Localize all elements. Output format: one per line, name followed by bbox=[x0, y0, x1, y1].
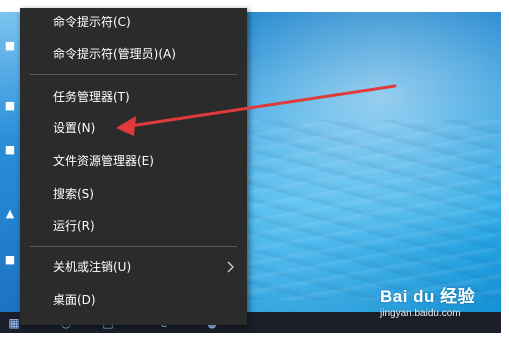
desktop-icon-strip: ■ ■ ■ ▲ ■ bbox=[0, 12, 20, 333]
menu-item-label: 桌面(D) bbox=[53, 293, 96, 307]
watermark-url: jingyan.baidu.com bbox=[380, 308, 461, 319]
menu-separator bbox=[30, 74, 237, 75]
menu-item-label: 运行(R) bbox=[53, 219, 95, 233]
menu-item-label: 设置(N) bbox=[53, 121, 96, 135]
winx-context-menu: 命令提示符(C) 命令提示符(管理员)(A) 任务管理器(T) 设置(N) 文件… bbox=[20, 8, 247, 325]
chevron-right-icon bbox=[225, 253, 237, 281]
desktop-icon[interactable]: ■ bbox=[2, 98, 18, 114]
desktop-icon[interactable]: ■ bbox=[2, 38, 18, 54]
menu-item-label: 搜索(S) bbox=[53, 187, 94, 201]
frame-edge bbox=[0, 333, 509, 343]
menu-item-command-prompt[interactable]: 命令提示符(C) bbox=[20, 8, 247, 36]
menu-item-run[interactable]: 运行(R) bbox=[20, 212, 247, 240]
menu-item-label: 命令提示符(C) bbox=[53, 15, 131, 29]
desktop-icon[interactable]: ▲ bbox=[2, 206, 18, 222]
menu-item-label: 关机或注销(U) bbox=[53, 260, 132, 274]
menu-item-label: 命令提示符(管理员)(A) bbox=[53, 47, 176, 61]
desktop-icon[interactable]: ■ bbox=[2, 142, 18, 158]
wallpaper-ripples bbox=[248, 120, 509, 300]
menu-item-label: 文件资源管理器(E) bbox=[53, 154, 154, 168]
menu-item-command-prompt-admin[interactable]: 命令提示符(管理员)(A) bbox=[20, 40, 247, 68]
menu-item-settings[interactable]: 设置(N) bbox=[20, 114, 247, 142]
watermark: Bai du 经验 jingyan.baidu.com bbox=[380, 282, 500, 322]
watermark-logo: Bai du 经验 bbox=[380, 287, 476, 306]
menu-item-label: 任务管理器(T) bbox=[53, 90, 130, 104]
menu-separator bbox=[30, 246, 237, 247]
menu-item-search[interactable]: 搜索(S) bbox=[20, 180, 247, 208]
frame-edge bbox=[501, 0, 509, 343]
menu-item-task-manager[interactable]: 任务管理器(T) bbox=[20, 83, 247, 111]
menu-item-file-explorer[interactable]: 文件资源管理器(E) bbox=[20, 147, 247, 175]
menu-item-shutdown-signout[interactable]: 关机或注销(U) bbox=[20, 253, 247, 281]
desktop-icon[interactable]: ■ bbox=[2, 252, 18, 268]
menu-item-desktop[interactable]: 桌面(D) bbox=[20, 286, 247, 314]
